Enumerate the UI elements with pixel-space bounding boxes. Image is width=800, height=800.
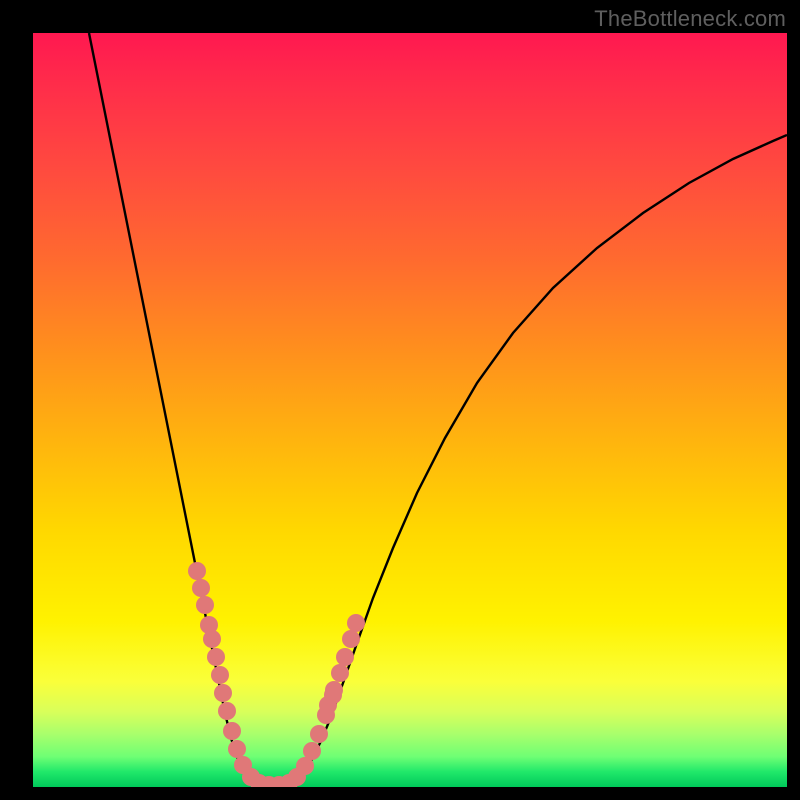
scatter-dot — [214, 684, 232, 702]
scatter-dots — [188, 562, 365, 787]
scatter-dot — [188, 562, 206, 580]
scatter-dot — [336, 648, 354, 666]
v-curve-svg — [33, 33, 787, 787]
chart-frame: TheBottleneck.com — [0, 0, 800, 800]
scatter-dot — [325, 681, 343, 699]
v-curve-path — [89, 33, 787, 786]
scatter-dot — [347, 614, 365, 632]
scatter-dot — [303, 742, 321, 760]
watermark-text: TheBottleneck.com — [594, 6, 786, 32]
scatter-dot — [310, 725, 328, 743]
scatter-dot — [228, 740, 246, 758]
scatter-dot — [203, 630, 221, 648]
scatter-dot — [192, 579, 210, 597]
scatter-dot — [207, 648, 225, 666]
scatter-dot — [342, 630, 360, 648]
scatter-dot — [223, 722, 241, 740]
gradient-plot-area — [33, 33, 787, 787]
scatter-dot — [331, 664, 349, 682]
scatter-dot — [218, 702, 236, 720]
scatter-dot — [211, 666, 229, 684]
scatter-dot — [196, 596, 214, 614]
